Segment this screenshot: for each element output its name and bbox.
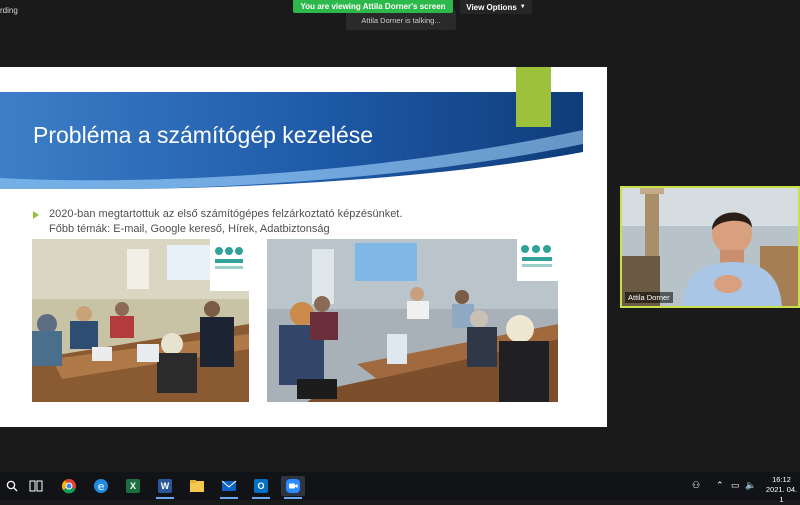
bullet-line-1: 2020-ban megtartottuk az első számítógép… <box>49 208 403 220</box>
people-icon[interactable]: ⚇ <box>692 480 700 491</box>
view-options-button[interactable]: View Options ▼ <box>460 0 532 14</box>
taskbar-task-view-button[interactable] <box>24 476 48 496</box>
outlook-icon: O <box>254 479 268 493</box>
taskbar-zoom-button[interactable] <box>281 476 305 499</box>
bullet-line-2: Főbb témák: E-mail, Google kereső, Hírek… <box>49 222 330 235</box>
excel-icon: X <box>126 479 140 493</box>
clock-time: 16:12 <box>772 475 791 484</box>
training-photo-1 <box>32 239 249 402</box>
mail-icon <box>221 480 237 491</box>
talking-indicator: Attila Dorner is talking... <box>346 10 456 30</box>
taskbar-word-button[interactable]: W <box>153 476 177 499</box>
zoom-icon <box>286 479 300 493</box>
chevron-up-icon[interactable]: ⌃ <box>716 480 724 491</box>
taskbar-excel-button[interactable]: X <box>121 476 145 496</box>
word-icon: W <box>158 479 172 493</box>
taskbar-edge-button[interactable]: e <box>89 476 113 496</box>
view-options-label: View Options <box>466 2 517 12</box>
participant-name: Attila Dorner <box>625 292 673 303</box>
taskbar-search-button[interactable] <box>0 476 24 496</box>
bullet-arrow-icon <box>33 211 39 219</box>
training-photo-2 <box>267 239 558 402</box>
search-icon <box>6 480 18 492</box>
file-explorer-icon <box>190 480 204 492</box>
chrome-icon <box>61 479 76 494</box>
task-view-icon <box>29 480 43 492</box>
svg-text:e: e <box>98 480 105 493</box>
battery-icon[interactable]: ▭ <box>731 480 740 491</box>
shared-slide: Probléma a számítógép kezelése 2020-ban … <box>0 67 607 427</box>
chevron-down-icon: ▼ <box>519 4 526 10</box>
taskbar-clock[interactable]: 16:12 2021. 04. 1 <box>763 475 800 505</box>
volume-icon[interactable]: 🔈 <box>745 480 756 491</box>
slide-bullet: 2020-ban megtartottuk az első számítógép… <box>49 207 489 236</box>
taskbar-outlook-button[interactable]: O <box>249 476 273 499</box>
taskbar-chrome-button[interactable] <box>57 476 81 496</box>
recording-indicator: rding <box>0 6 18 15</box>
taskbar-mail-button[interactable] <box>217 476 241 499</box>
edge-icon: e <box>94 479 108 493</box>
windows-taskbar: e X W O ⚇ ⌃ ▭ 🔈 16:12 2021. 04. 1 <box>0 472 800 504</box>
taskbar-file-explorer-button[interactable] <box>185 476 209 496</box>
slide-title: Probléma a számítógép kezelése <box>33 122 374 148</box>
clock-date: 2021. 04. 1 <box>765 485 798 504</box>
screen-share-banner: You are viewing Attila Dorner's screen <box>293 0 453 13</box>
webcam-video[interactable]: Attila Dorner <box>620 186 800 308</box>
slide-accent-tab <box>516 67 551 127</box>
